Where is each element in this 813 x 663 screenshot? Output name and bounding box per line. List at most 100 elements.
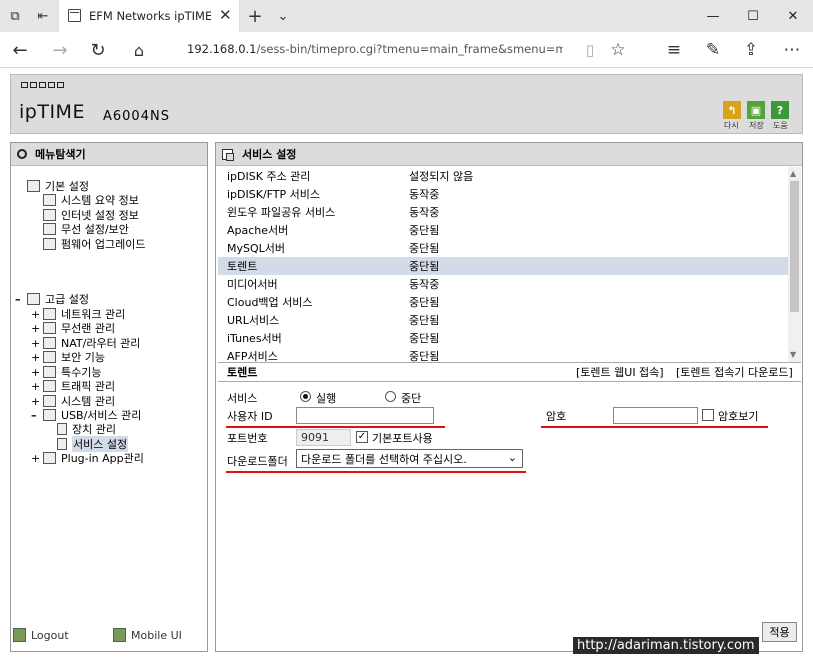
minimize-icon[interactable]: — — [693, 0, 733, 32]
tab-preview-chevron-icon[interactable]: ⌄ — [268, 0, 298, 32]
default-port-checkbox[interactable]: ✓ — [356, 431, 368, 443]
list-item[interactable]: URL서비스 중단됨 — [218, 311, 788, 329]
back-arrow-icon[interactable]: ↰ — [723, 101, 741, 119]
tree-item-traffic[interactable]: + 트래픽 관리 — [31, 379, 115, 394]
close-window-icon[interactable]: ✕ — [773, 0, 813, 32]
tree-item-nat[interactable]: + NAT/라우터 관리 — [31, 336, 140, 351]
default-port-label: 기본포트사용 — [372, 432, 433, 445]
tree-item-special[interactable]: + 특수기능 — [31, 365, 101, 380]
tree-item-system[interactable]: + 시스템 관리 — [31, 394, 115, 409]
close-tab-icon[interactable]: ✕ — [219, 6, 232, 24]
browser-tab[interactable]: EFM Networks ipTIME A ✕ — [58, 0, 240, 32]
browser-tab-bar: ⧉ ⇤ EFM Networks ipTIME A ✕ + ⌄ — ☐ ✕ — [0, 0, 813, 32]
mobile-ui-button[interactable]: Mobile UI — [113, 628, 182, 642]
tree-item-device[interactable]: 장치 관리 — [57, 422, 116, 436]
tree-item-label: 보안 기능 — [61, 351, 105, 364]
torrent-client-download-link[interactable]: [토렌트 접속기 다운로드] — [676, 364, 793, 380]
tree-item-wireless[interactable]: 무선 설정/보안 — [43, 222, 129, 236]
service-name: Cloud백업 서비스 — [227, 296, 313, 309]
hub-icon[interactable]: ≡ — [657, 32, 691, 68]
tree-item-security[interactable]: + 보안 기능 — [31, 350, 105, 365]
tree-item-internet-info[interactable]: 인터넷 설정 정보 — [43, 208, 139, 222]
save-disk-icon[interactable]: ▣ — [747, 101, 765, 119]
url-field[interactable]: 192.168.0.1/sess-bin/timepro.cgi?tmenu=m… — [187, 42, 563, 56]
new-tab-icon[interactable]: + — [240, 0, 270, 32]
model-name: A6004NS — [103, 109, 170, 124]
service-list-scrollbar[interactable]: ▲ ▼ — [788, 167, 801, 362]
show-password-checkbox[interactable] — [702, 409, 714, 421]
tree-item-usb[interactable]: – USB/서비스 관리 — [31, 408, 141, 423]
tree-item-label: 장치 관리 — [72, 423, 116, 436]
download-folder-select[interactable]: 다운로드 폴더를 선택하여 주십시오. ⌄ — [296, 449, 523, 468]
more-menu-icon[interactable]: ⋯ — [775, 32, 809, 68]
torrent-webui-link[interactable]: [토렌트 웹UI 접속] — [576, 364, 664, 380]
tree-item-wlan[interactable]: + 무선랜 관리 — [31, 321, 115, 336]
question-icon[interactable]: ? — [771, 101, 789, 119]
list-item[interactable]: iTunes서버 중단됨 — [218, 329, 788, 347]
chevron-down-icon: ⌄ — [507, 451, 517, 464]
expand-plus-icon[interactable]: + — [31, 395, 41, 408]
list-item[interactable]: MySQL서버 중단됨 — [218, 239, 788, 257]
expand-plus-icon[interactable]: + — [31, 452, 41, 465]
firmware-icon — [43, 238, 56, 250]
tree-item-firmware[interactable]: 펌웨어 업그레이드 — [43, 237, 145, 251]
address-toolbar: ← → ↻ ⌂ 192.168.0.1/sess-bin/timepro.cgi… — [0, 32, 813, 68]
apply-button[interactable]: 적용 — [762, 622, 797, 642]
help-label: 도움 — [773, 121, 788, 130]
expand-plus-icon[interactable]: + — [31, 322, 41, 335]
collapse-minus-icon[interactable]: – — [15, 293, 25, 306]
expand-plus-icon[interactable]: + — [31, 366, 41, 379]
list-item-selected[interactable]: 토렌트 중단됨 — [218, 257, 788, 275]
tree-item-service-settings[interactable]: 서비스 설정 — [57, 436, 129, 452]
list-item[interactable]: 윈도우 파일공유 서비스 동작중 — [218, 203, 788, 221]
tree-item-network[interactable]: + 네트워크 관리 — [31, 307, 125, 322]
forward-icon[interactable]: → — [42, 32, 78, 68]
service-status: 중단됨 — [409, 332, 440, 345]
tab-title: EFM Networks ipTIME A — [89, 9, 211, 23]
traffic-graph-icon — [43, 380, 56, 392]
scroll-down-icon[interactable]: ▼ — [790, 350, 796, 359]
maximize-icon[interactable]: ☐ — [733, 0, 773, 32]
list-item[interactable]: AFP서비스 중단됨 — [218, 347, 788, 362]
user-id-input[interactable] — [296, 407, 434, 424]
list-item[interactable]: Cloud백업 서비스 중단됨 — [218, 293, 788, 311]
back-icon[interactable]: ← — [2, 32, 38, 68]
set-aside-tabs-icon[interactable]: ⇤ — [28, 0, 58, 32]
share-icon[interactable]: ⇪ — [734, 32, 768, 68]
list-item[interactable]: 미디어서버 동작중 — [218, 275, 788, 293]
tree-item-plugin[interactable]: + Plug-in App관리 — [31, 451, 144, 466]
expand-plus-icon[interactable]: + — [31, 380, 41, 393]
router-admin-page: ipTIME A6004NS ↰ 다시 ▣ 저장 ? 도움 메뉴탐색기 기본 설… — [0, 69, 813, 663]
stop-radio[interactable] — [385, 391, 396, 402]
web-note-pen-icon[interactable]: ✎ — [696, 32, 730, 68]
list-item[interactable]: Apache서버 중단됨 — [218, 221, 788, 239]
scrollbar-thumb[interactable] — [790, 181, 799, 312]
service-settings-header: 서비스 설정 — [216, 143, 802, 166]
scroll-up-icon[interactable]: ▲ — [790, 169, 796, 178]
logout-button[interactable]: Logout — [13, 628, 69, 642]
system-chart-icon — [43, 395, 56, 407]
expand-plus-icon[interactable]: + — [31, 337, 41, 350]
favorite-star-icon[interactable]: ☆ — [601, 32, 635, 68]
service-status: 설정되지 않음 — [409, 170, 474, 183]
tab-manager-icon[interactable]: ⧉ — [0, 0, 30, 32]
service-name: AFP서비스 — [227, 350, 278, 362]
port-input[interactable]: 9091 — [296, 429, 351, 446]
service-label: 서비스 — [227, 392, 258, 405]
collapse-minus-icon[interactable]: – — [31, 409, 41, 422]
tree-advanced-settings[interactable]: – 고급 설정 — [15, 292, 89, 307]
torrent-section-title: 토렌트 — [227, 366, 258, 379]
expand-plus-icon[interactable]: + — [31, 308, 41, 321]
expand-plus-icon[interactable]: + — [31, 351, 41, 364]
run-radio[interactable] — [300, 391, 311, 402]
usb-icon — [43, 409, 56, 421]
tree-item-system-summary[interactable]: 시스템 요약 정보 — [43, 193, 139, 207]
list-item[interactable]: ipDISK 주소 관리 설정되지 않음 — [218, 167, 788, 185]
list-item[interactable]: ipDISK/FTP 서비스 동작중 — [218, 185, 788, 203]
refresh-icon[interactable]: ↻ — [80, 32, 116, 68]
password-input[interactable] — [613, 407, 698, 424]
service-name: iTunes서버 — [227, 332, 282, 345]
service-status: 중단됨 — [409, 242, 440, 255]
tree-basic-settings[interactable]: 기본 설정 — [27, 179, 89, 193]
home-icon[interactable]: ⌂ — [121, 32, 157, 68]
